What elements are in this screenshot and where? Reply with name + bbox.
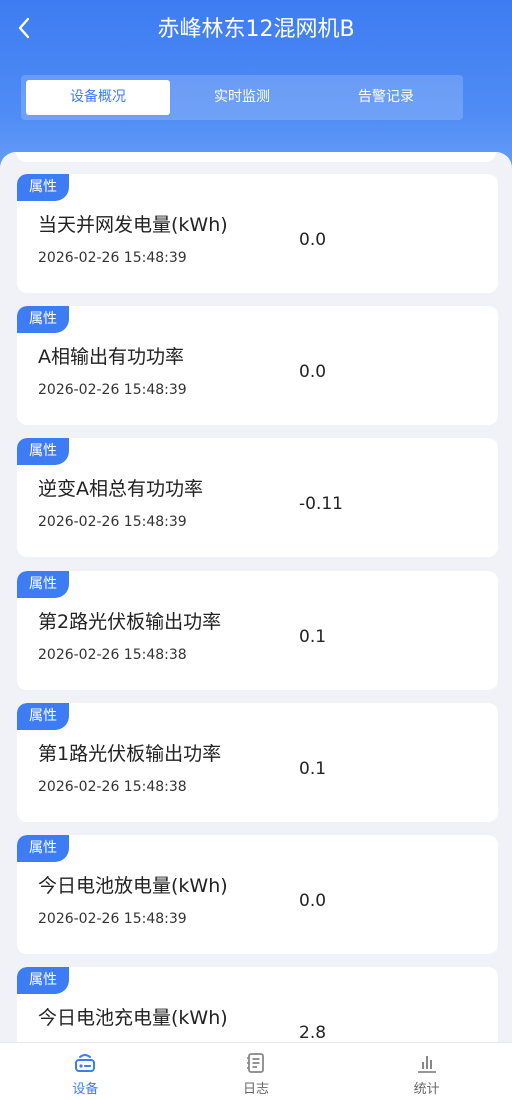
property-timestamp: 2026-02-26 15:48:38 bbox=[38, 779, 187, 795]
property-name: A相输出有功功率 bbox=[38, 346, 184, 368]
tab-realtime-monitor[interactable]: 实时监测 bbox=[170, 80, 314, 115]
nav-item-log[interactable]: 日志 bbox=[171, 1043, 342, 1100]
list-item[interactable]: 属性 当天并网发电量(kWh) 2026-02-26 15:48:39 0.0 bbox=[17, 174, 498, 293]
property-timestamp: 2026-02-26 15:48:39 bbox=[38, 911, 187, 927]
property-value: -0.11 bbox=[299, 494, 343, 514]
property-value: 0.1 bbox=[299, 759, 327, 779]
nav-item-device[interactable]: 设备 bbox=[0, 1043, 171, 1100]
property-value: 2.8 bbox=[299, 1023, 327, 1042]
property-badge: 属性 bbox=[17, 174, 69, 201]
property-list[interactable]: 属性 当天并网发电量(kWh) 2026-02-26 15:48:39 0.0 … bbox=[0, 152, 512, 1042]
property-timestamp: 2026-02-26 15:48:38 bbox=[38, 647, 187, 663]
log-icon bbox=[247, 1053, 264, 1073]
list-item[interactable]: 属性 第1路光伏板输出功率 2026-02-26 15:48:38 0.1 bbox=[17, 703, 498, 822]
nav-label-log: 日志 bbox=[243, 1082, 270, 1097]
stats-icon bbox=[417, 1056, 436, 1073]
page-title: 赤峰林东12混网机B bbox=[157, 17, 355, 42]
property-badge: 属性 bbox=[17, 306, 69, 333]
property-timestamp: 2026-02-26 15:48:39 bbox=[38, 382, 187, 398]
list-item[interactable]: 属性 今日电池充电量(kWh) 2.8 bbox=[17, 967, 498, 1042]
property-timestamp: 2026-02-26 15:48:39 bbox=[38, 514, 187, 530]
property-badge: 属性 bbox=[17, 571, 69, 598]
nav-item-stats[interactable]: 统计 bbox=[341, 1043, 512, 1100]
nav-label-device: 设备 bbox=[72, 1082, 99, 1097]
property-badge: 属性 bbox=[17, 438, 69, 465]
list-top-edge bbox=[16, 152, 496, 162]
list-item[interactable]: 属性 A相输出有功功率 2026-02-26 15:48:39 0.0 bbox=[17, 306, 498, 425]
property-name: 逆变A相总有功功率 bbox=[38, 478, 203, 500]
property-name: 当天并网发电量(kWh) bbox=[38, 214, 228, 236]
property-badge: 属性 bbox=[17, 703, 69, 730]
nav-label-stats: 统计 bbox=[413, 1082, 440, 1097]
tab-device-overview[interactable]: 设备概况 bbox=[26, 80, 170, 115]
property-value: 0.0 bbox=[299, 230, 327, 250]
bottom-nav: 设备 日志 统计 bbox=[0, 1042, 512, 1100]
property-badge: 属性 bbox=[17, 967, 69, 994]
list-item[interactable]: 属性 第2路光伏板输出功率 2026-02-26 15:48:38 0.1 bbox=[17, 571, 498, 690]
list-item[interactable]: 属性 今日电池放电量(kWh) 2026-02-26 15:48:39 0.0 bbox=[17, 835, 498, 954]
property-name: 今日电池放电量(kWh) bbox=[38, 875, 228, 897]
property-value: 0.1 bbox=[299, 627, 327, 647]
tab-bar: 设备概况 实时监测 告警记录 bbox=[21, 75, 463, 120]
property-name: 第2路光伏板输出功率 bbox=[38, 611, 222, 633]
property-value: 0.0 bbox=[299, 891, 327, 911]
property-timestamp: 2026-02-26 15:48:39 bbox=[38, 250, 187, 266]
device-icon bbox=[75, 1054, 96, 1072]
tab-alarm-records[interactable]: 告警记录 bbox=[314, 80, 458, 115]
list-item[interactable]: 属性 逆变A相总有功功率 2026-02-26 15:48:39 -0.11 bbox=[17, 438, 498, 557]
property-value: 0.0 bbox=[299, 362, 327, 382]
property-name: 第1路光伏板输出功率 bbox=[38, 743, 222, 765]
property-badge: 属性 bbox=[17, 835, 69, 862]
property-name: 今日电池充电量(kWh) bbox=[38, 1007, 228, 1029]
